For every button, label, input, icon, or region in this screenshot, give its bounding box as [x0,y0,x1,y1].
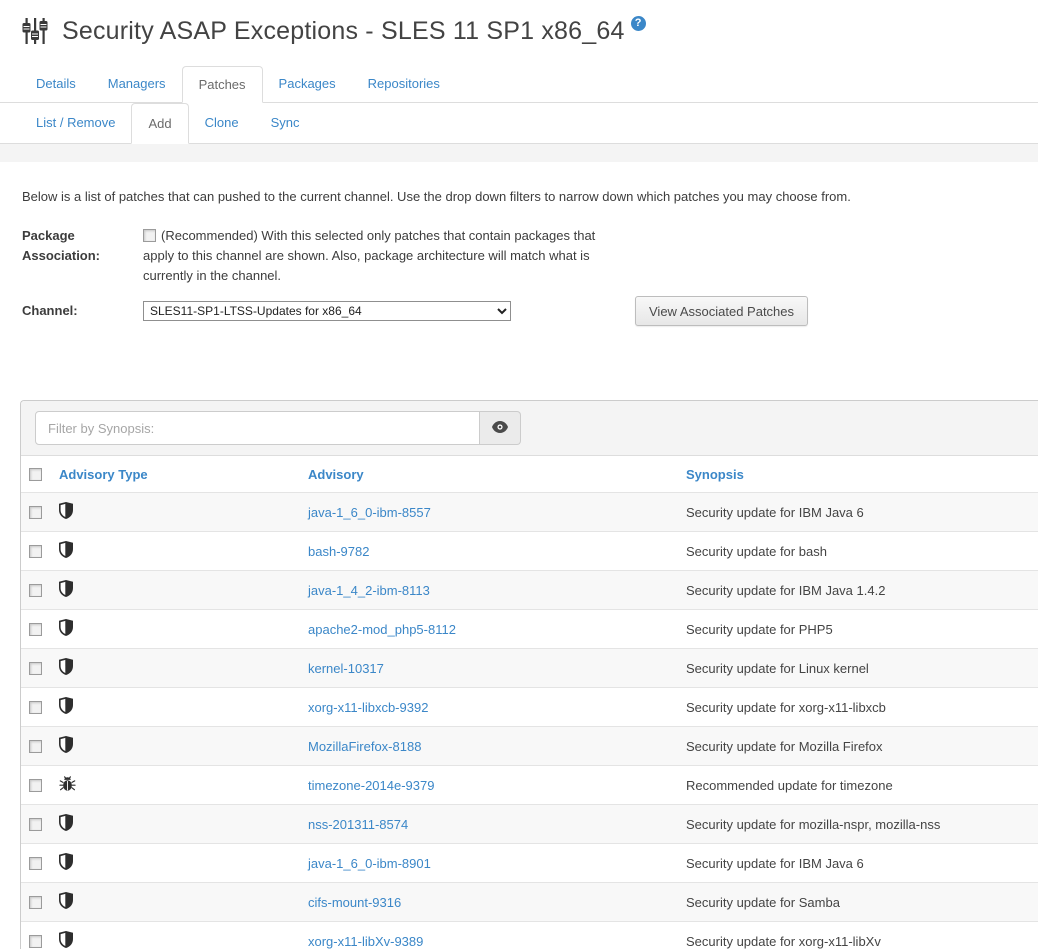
tab-packages[interactable]: Packages [263,66,352,102]
advisory-link[interactable]: nss-201311-8574 [308,817,408,832]
row-checkbox[interactable] [29,740,42,753]
table-row: java-1_4_2-ibm-8113 Security update for … [21,570,1038,609]
row-checkbox[interactable] [29,506,42,519]
intro-text: Below is a list of patches that can push… [22,188,1016,206]
table-row: kernel-10317 Security update for Linux k… [21,648,1038,687]
row-checkbox[interactable] [29,935,42,948]
column-header-advisory[interactable]: Advisory [308,467,686,482]
table-row: java-1_6_0-ibm-8557 Security update for … [21,492,1038,531]
synopsis-cell: Security update for Mozilla Firefox [686,739,1038,754]
tab-patches[interactable]: Patches [182,66,263,103]
filter-bar [21,401,1038,456]
synopsis-cell: Security update for xorg-x11-libXv [686,934,1038,949]
channel-row: Channel: SLES11-SP1-LTSS-Updates for x86… [22,296,1038,326]
synopsis-cell: Security update for IBM Java 6 [686,505,1038,520]
table-row: xorg-x11-libXv-9389 Security update for … [21,921,1038,949]
security-shield-icon [59,931,73,949]
row-checkbox[interactable] [29,623,42,636]
table-row: java-1_6_0-ibm-8901 Security update for … [21,843,1038,882]
subtab-add[interactable]: Add [131,103,188,144]
channel-select[interactable]: SLES11-SP1-LTSS-Updates for x86_64 [143,301,511,321]
package-association-row: Package Association: (Recommended) With … [22,226,1038,286]
advisory-link[interactable]: MozillaFirefox-8188 [308,739,421,754]
row-checkbox[interactable] [29,818,42,831]
channel-label: Channel: [22,301,143,321]
advisory-link[interactable]: kernel-10317 [308,661,384,676]
security-shield-icon [59,619,73,639]
advisory-link[interactable]: cifs-mount-9316 [308,895,401,910]
channel-sliders-icon [22,17,48,48]
synopsis-cell: Security update for PHP5 [686,622,1038,637]
row-checkbox[interactable] [29,662,42,675]
page-header: Security ASAP Exceptions - SLES 11 SP1 x… [0,0,1038,48]
filter-submit-button[interactable] [480,411,521,445]
package-association-checkbox[interactable] [143,229,156,242]
security-shield-icon [59,697,73,717]
synopsis-cell: Security update for IBM Java 1.4.2 [686,583,1038,598]
patch-table-body: java-1_6_0-ibm-8557 Security update for … [21,492,1038,949]
synopsis-cell: Security update for bash [686,544,1038,559]
table-row: cifs-mount-9316 Security update for Samb… [21,882,1038,921]
subtab-list-remove[interactable]: List / Remove [20,103,131,143]
patches-panel: Advisory Type Advisory Synopsis [20,400,1038,949]
advisory-link[interactable]: bash-9782 [308,544,369,559]
row-checkbox[interactable] [29,779,42,792]
package-association-label: Package Association: [22,226,143,286]
synopsis-cell: Security update for xorg-x11-libxcb [686,700,1038,715]
row-checkbox[interactable] [29,857,42,870]
eye-icon [492,421,508,436]
column-header-advisory-type[interactable]: Advisory Type [59,467,308,482]
sub-tabs: List / RemoveAddCloneSync [0,103,1038,144]
synopsis-cell: Security update for IBM Java 6 [686,856,1038,871]
table-row: MozillaFirefox-8188 Security update for … [21,726,1038,765]
security-shield-icon [59,541,73,561]
select-all-checkbox[interactable] [29,468,42,481]
advisory-link[interactable]: xorg-x11-libXv-9389 [308,934,423,949]
tab-repositories[interactable]: Repositories [352,66,456,102]
synopsis-filter-input[interactable] [35,411,480,445]
table-row: xorg-x11-libxcb-9392 Security update for… [21,687,1038,726]
advisory-link[interactable]: timezone-2014e-9379 [308,778,434,793]
security-shield-icon [59,814,73,834]
table-row: timezone-2014e-9379 Recommended update f… [21,765,1038,804]
synopsis-cell: Recommended update for timezone [686,778,1038,793]
security-shield-icon [59,658,73,678]
view-associated-patches-button[interactable]: View Associated Patches [635,296,808,326]
synopsis-cell: Security update for mozilla-nspr, mozill… [686,817,1038,832]
advisory-link[interactable]: java-1_6_0-ibm-8901 [308,856,431,871]
security-shield-icon [59,580,73,600]
advisory-link[interactable]: java-1_6_0-ibm-8557 [308,505,431,520]
tab-details[interactable]: Details [20,66,92,102]
tab-managers[interactable]: Managers [92,66,182,102]
table-row: apache2-mod_php5-8112 Security update fo… [21,609,1038,648]
content-top-strip [0,144,1038,162]
security-shield-icon [59,502,73,522]
synopsis-cell: Security update for Samba [686,895,1038,910]
table-row: nss-201311-8574 Security update for mozi… [21,804,1038,843]
subtab-sync[interactable]: Sync [255,103,316,143]
help-question-icon[interactable]: ? [631,16,646,31]
security-shield-icon [59,736,73,756]
page-title: Security ASAP Exceptions - SLES 11 SP1 x… [62,14,625,48]
bug-icon [59,776,76,795]
package-association-description: (Recommended) With this selected only pa… [143,226,611,286]
row-checkbox[interactable] [29,545,42,558]
synopsis-cell: Security update for Linux kernel [686,661,1038,676]
security-shield-icon [59,853,73,873]
row-checkbox[interactable] [29,701,42,714]
subtab-clone[interactable]: Clone [189,103,255,143]
table-header-row: Advisory Type Advisory Synopsis [21,456,1038,492]
advisory-link[interactable]: xorg-x11-libxcb-9392 [308,700,428,715]
row-checkbox[interactable] [29,896,42,909]
column-header-synopsis[interactable]: Synopsis [686,467,1038,482]
advisory-link[interactable]: java-1_4_2-ibm-8113 [308,583,430,598]
main-tabs: DetailsManagersPatchesPackagesRepositori… [0,66,1038,103]
security-shield-icon [59,892,73,912]
advisory-link[interactable]: apache2-mod_php5-8112 [308,622,456,637]
row-checkbox[interactable] [29,584,42,597]
table-row: bash-9782 Security update for bash [21,531,1038,570]
